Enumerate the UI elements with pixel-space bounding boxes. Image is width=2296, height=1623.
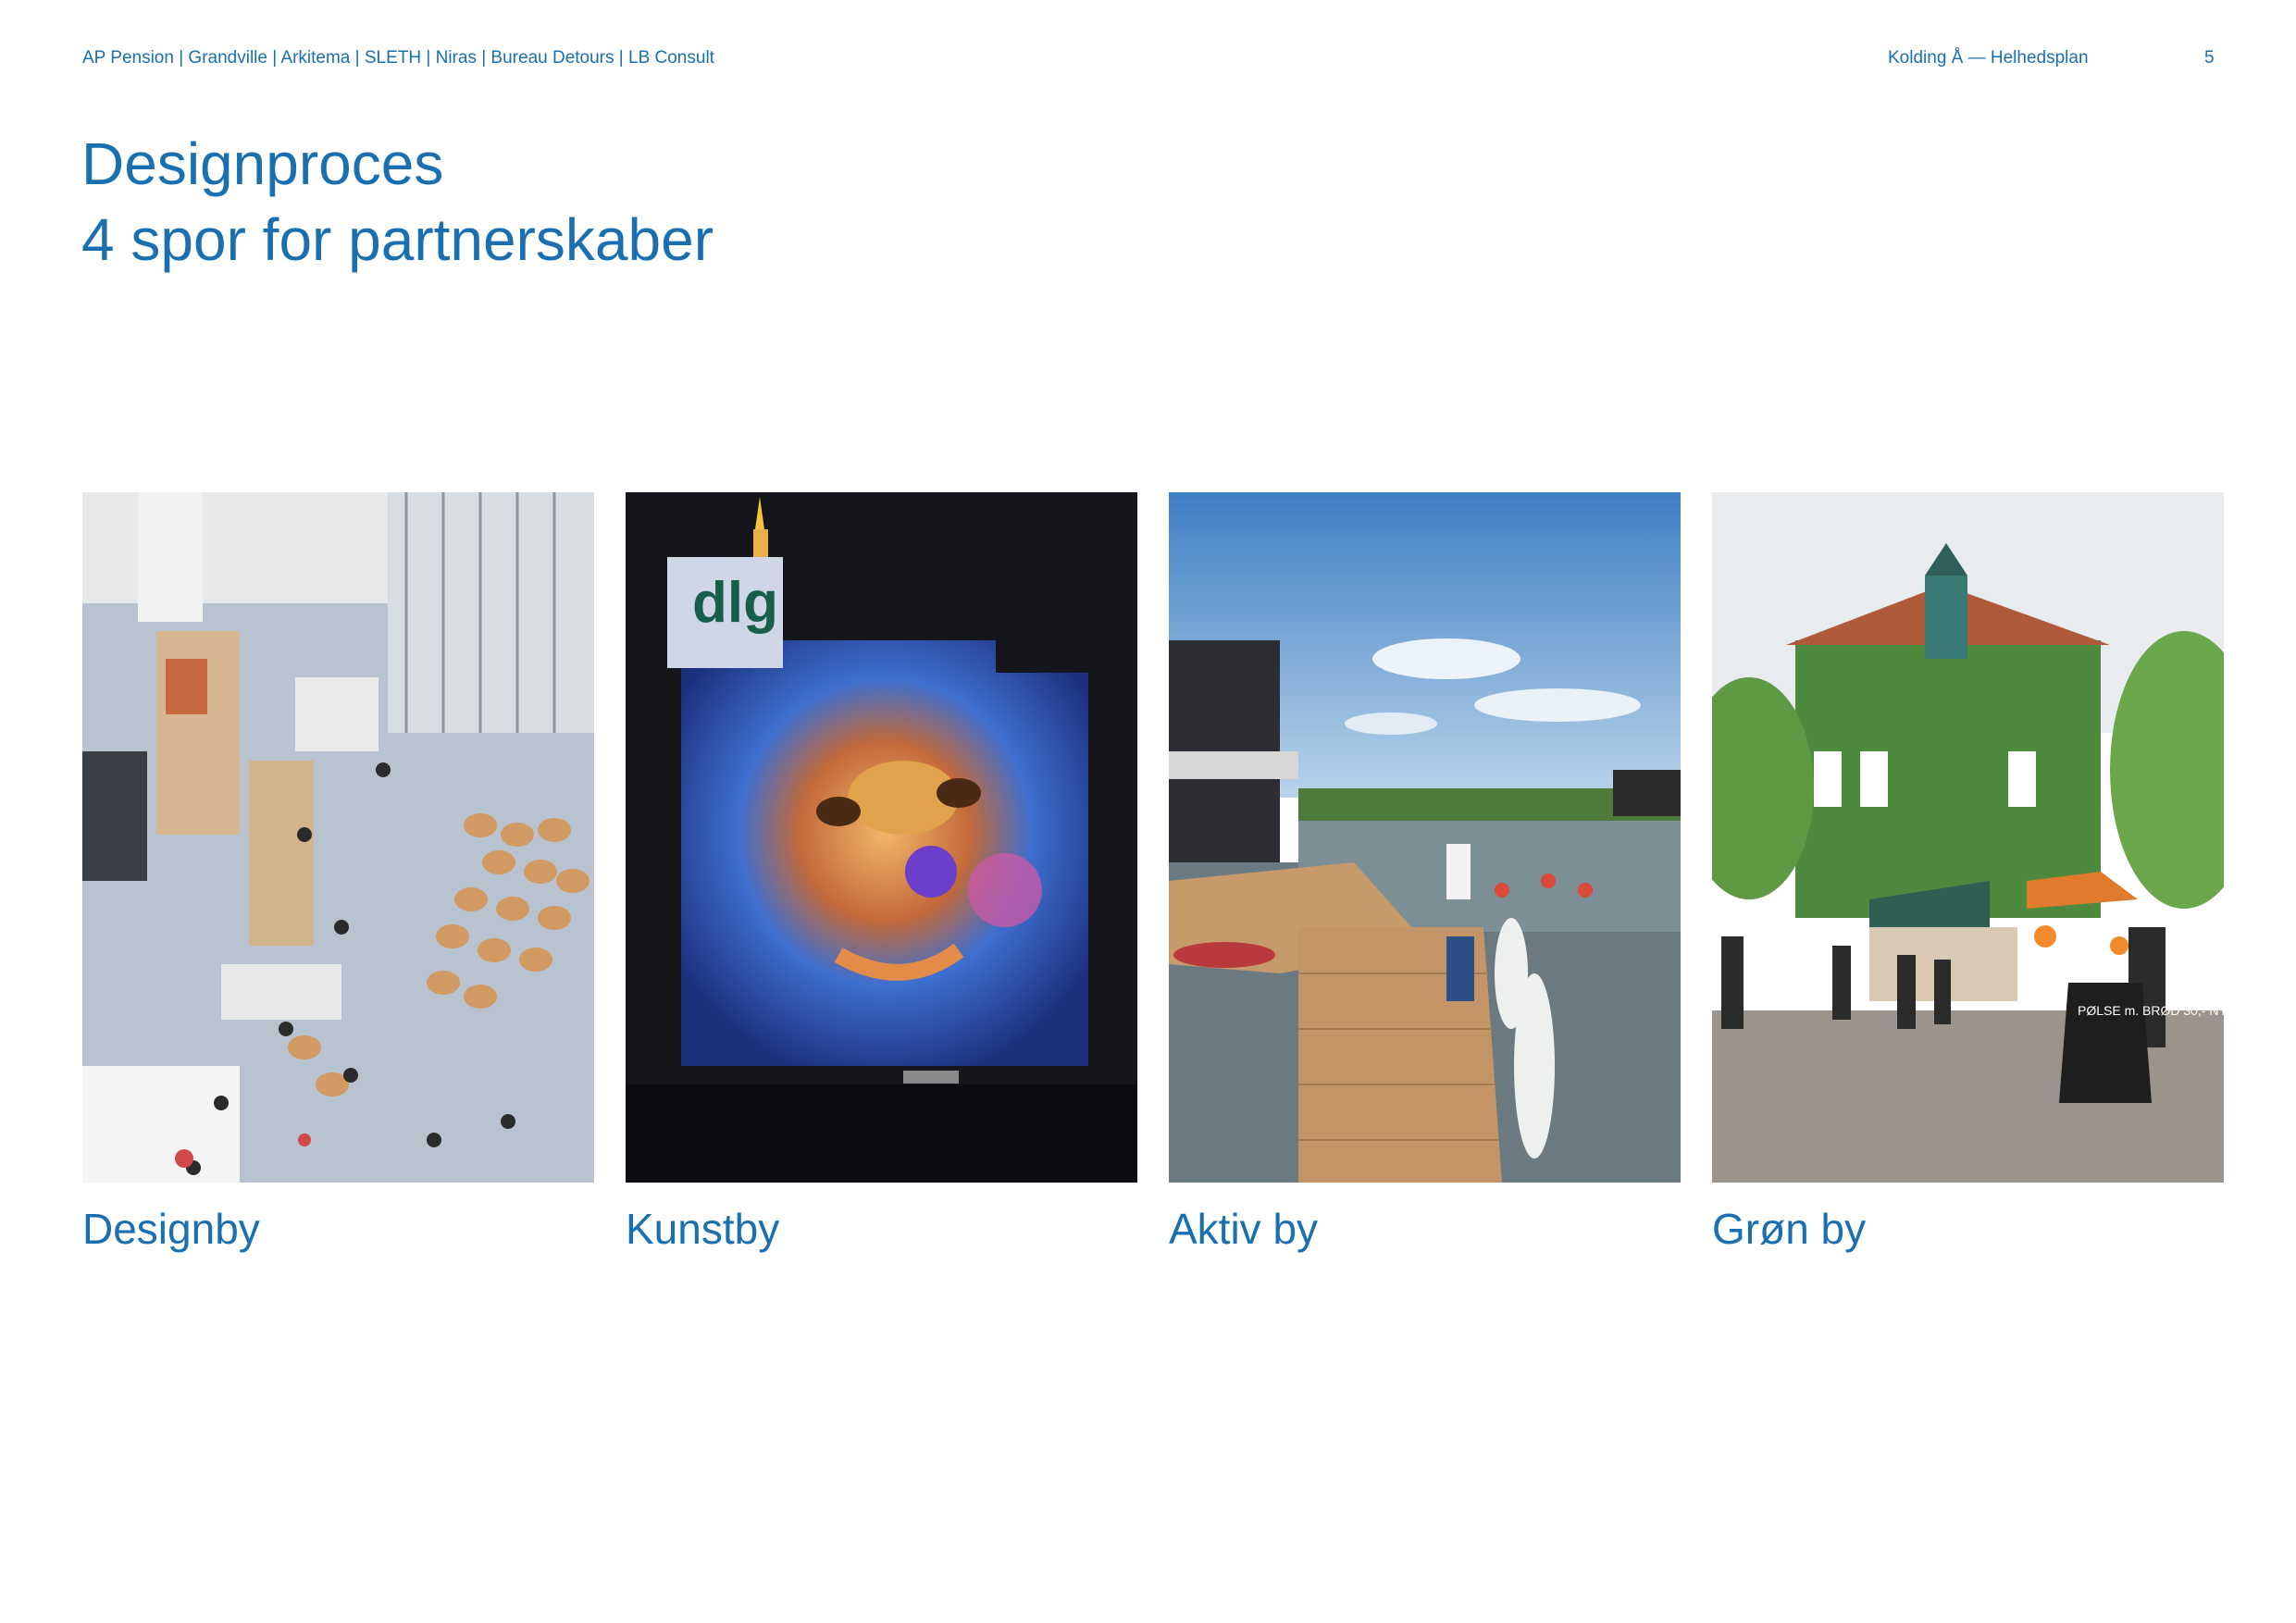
card-caption-designby: Designby <box>82 1205 260 1253</box>
design-studio-photo <box>82 492 594 1183</box>
silo-art-projection-photo: dlg <box>626 492 1137 1183</box>
page-title-line-2: 4 spor for partnerskaber <box>81 206 714 273</box>
card-groen-by: PØLSE m. BRØD 30,- NYE KARTOFLER 1 Kg 25… <box>1712 492 2224 1254</box>
card-caption-aktiv-by: Aktiv by <box>1169 1205 1319 1253</box>
card-designby: Designby <box>82 492 594 1254</box>
card-caption-kunstby: Kunstby <box>626 1205 780 1253</box>
card-caption-groen-by: Grøn by <box>1712 1205 1867 1253</box>
page-title-line-1: Designproces <box>81 130 444 197</box>
header-partners: AP Pension | Grandville | Arkitema | SLE… <box>82 48 714 68</box>
chalkboard-text: PØLSE m. BRØD 30,- NYE KARTOFLER 1 Kg 25… <box>2078 1003 2224 1018</box>
header-project-title: Kolding Å — Helhedsplan <box>1888 48 2089 68</box>
green-town-square-market-photo: PØLSE m. BRØD 30,- NYE KARTOFLER 1 Kg 25… <box>1712 492 2224 1183</box>
kayak-river-dock-photo <box>1169 492 1681 1183</box>
card-aktiv-by: Aktiv by <box>1169 492 1681 1254</box>
card-kunstby: dlg Kunstby <box>626 492 1137 1254</box>
page-number: 5 <box>2204 48 2215 68</box>
silo-sign-text: dlg <box>692 571 778 635</box>
page-title: Designproces 4 spor for partnerskaber <box>81 126 714 278</box>
